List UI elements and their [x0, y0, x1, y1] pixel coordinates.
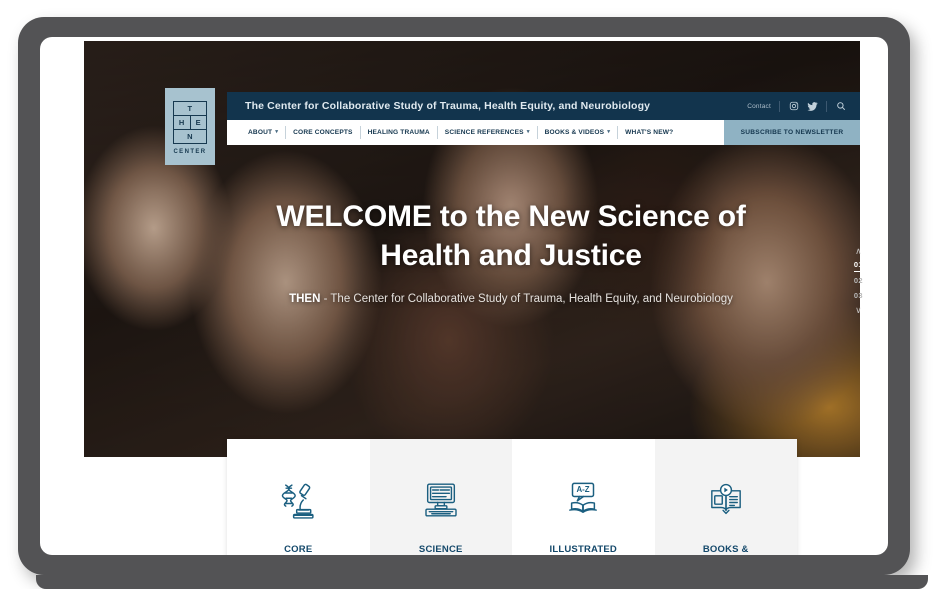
slide-indicator-03[interactable]: 03 [854, 291, 863, 302]
logo-word-center: CENTER [173, 148, 207, 155]
nav-item-science-references[interactable]: SCIENCE REFERENCES ▾ [438, 120, 537, 145]
divider [779, 100, 780, 112]
feature-card-science-reference[interactable]: SCIENCE REFERENCE [369, 439, 512, 555]
nav-item-label: CORE CONCEPTS [293, 129, 353, 136]
nav-item-label: BOOKS & VIDEOS [544, 129, 605, 136]
feature-card-label-line1: BOOKS & [702, 544, 749, 555]
subscribe-to-newsletter-button[interactable]: SUBSCRIBE TO NEWSLETTER [724, 120, 860, 145]
chevron-down-icon: ▾ [607, 128, 611, 135]
feature-card-illustrated-glossary[interactable]: A-Z ILLUSTRATED GLOSSARY [512, 439, 655, 555]
logo-row-top: T [174, 102, 206, 116]
slide-indicator-02[interactable]: 02 [854, 276, 863, 287]
chevron-up-icon[interactable]: ∧ [855, 247, 862, 256]
feature-card-label: CORE CONCEPTS [271, 543, 325, 555]
book-play-icon [703, 477, 749, 523]
nav-item-label: SCIENCE REFERENCES [444, 129, 524, 136]
logo-row-bottom: N [174, 130, 206, 143]
nav-item-label: WHAT'S NEW? [625, 129, 674, 136]
feature-card-label: ILLUSTRATED GLOSSARY [550, 543, 617, 555]
nav-item-label: ABOUT [248, 129, 273, 136]
nav-item-about[interactable]: ABOUT ▾ [241, 120, 285, 145]
hero-subtitle: THEN - The Center for Collaborative Stud… [270, 291, 752, 308]
feature-card-label: SCIENCE REFERENCE [411, 543, 471, 555]
logo-cell-h: H [174, 115, 191, 129]
hero-subtitle-strong: THEN [289, 293, 321, 305]
hero-heading: WELCOME to the New Science of Health and… [276, 200, 746, 272]
website-page: WELCOME to the New Science of Health and… [40, 37, 888, 555]
feature-card-label-line1: CORE [284, 544, 313, 555]
device-screen: WELCOME to the New Science of Health and… [40, 37, 888, 555]
nav-item-core-concepts[interactable]: CORE CONCEPTS [286, 120, 359, 145]
primary-navigation: ABOUT ▾ CORE CONCEPTS HEALING TRAUMA SCI… [227, 120, 860, 145]
top-utility-bar: The Center for Collaborative Study of Tr… [227, 92, 860, 120]
chevron-down-icon[interactable]: ∨ [855, 306, 862, 315]
top-utility-actions: Contact [747, 100, 846, 112]
site-title: The Center for Collaborative Study of Tr… [245, 100, 651, 112]
slide-pager[interactable]: ∧ 01 02 03 ∨ [853, 247, 863, 315]
computer-monitor-icon [418, 477, 464, 523]
logo-cell-n: N [187, 131, 193, 141]
search-icon[interactable] [835, 101, 846, 112]
divider [826, 100, 827, 112]
instagram-icon[interactable] [788, 101, 799, 112]
nav-item-healing-trauma[interactable]: HEALING TRAUMA [361, 120, 437, 145]
slide-indicator-01[interactable]: 01 [853, 260, 863, 272]
chevron-down-icon: ▾ [526, 128, 530, 135]
nav-item-books-videos[interactable]: BOOKS & VIDEOS ▾ [538, 120, 618, 145]
device-frame: WELCOME to the New Science of Health and… [18, 17, 928, 589]
feature-card-label-line1: SCIENCE [418, 544, 463, 555]
feature-card-books-videos[interactable]: BOOKS & VIDEOS [654, 439, 797, 555]
hero-copy: WELCOME to the New Science of Health and… [270, 197, 752, 308]
chevron-down-icon: ▾ [275, 128, 279, 135]
site-logo[interactable]: T H E N CENTER [165, 88, 215, 165]
svg-text:A-Z: A-Z [577, 485, 590, 494]
logo-cell-t: T [187, 103, 193, 113]
nav-item-label: HEALING TRAUMA [367, 129, 430, 136]
logo-cell-e: E [195, 117, 201, 127]
device-bottom-edge [36, 575, 928, 589]
nav-item-list: ABOUT ▾ CORE CONCEPTS HEALING TRAUMA SCI… [227, 120, 724, 145]
feature-card-label-line1: ILLUSTRATED [549, 544, 617, 555]
twitter-icon[interactable] [807, 101, 818, 112]
contact-link[interactable]: Contact [747, 103, 771, 110]
logo-letter-grid: T H E N [173, 100, 207, 144]
logo-row-middle: H E [174, 115, 206, 130]
feature-card-row: CORE CONCEPTS [227, 439, 797, 555]
feature-card-label: BOOKS & VIDEOS [703, 543, 749, 555]
microscope-dna-icon [275, 477, 321, 523]
hero-subtitle-rest: - The Center for Collaborative Study of … [320, 293, 733, 305]
glossary-az-book-icon: A-Z [560, 477, 606, 523]
feature-card-core-concepts[interactable]: CORE CONCEPTS [227, 439, 370, 555]
nav-item-whats-new[interactable]: WHAT'S NEW? [618, 120, 680, 145]
